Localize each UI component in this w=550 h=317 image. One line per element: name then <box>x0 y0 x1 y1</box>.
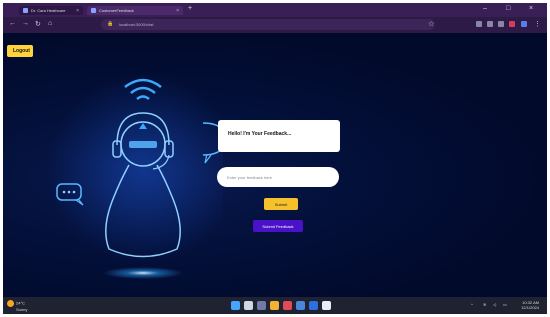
chat-greeting-text: Hello! I'm Your Feedback... <box>228 131 292 137</box>
forward-icon[interactable]: → <box>22 20 29 27</box>
maximize-icon[interactable]: □ <box>506 5 510 12</box>
close-window-icon[interactable]: × <box>529 5 533 12</box>
clock[interactable]: 10:32 AM 12/1/2024 <box>521 300 539 310</box>
tab-bar: Dr. Cara Heathcare × CustomerFeedback × … <box>3 3 547 17</box>
browser-window: Dr. Cara Heathcare × CustomerFeedback × … <box>3 3 547 314</box>
address-bar[interactable]: 🔒 localhost:3000/chat <box>101 19 435 30</box>
close-tab-icon[interactable]: × <box>76 8 79 14</box>
logout-button[interactable]: Logout <box>7 45 33 57</box>
reload-icon[interactable]: ↻ <box>35 20 41 28</box>
feedback-input[interactable] <box>217 167 339 187</box>
menu-icon[interactable]: ⋮ <box>534 20 541 28</box>
extension-icon[interactable] <box>487 21 493 27</box>
minimize-icon[interactable]: – <box>483 5 487 12</box>
wifi-icon[interactable]: ≋ <box>483 302 486 307</box>
home-icon[interactable]: ⌂ <box>48 20 52 27</box>
tab-label: Dr. Cara Heathcare <box>31 8 66 13</box>
store-icon[interactable] <box>309 301 318 310</box>
battery-icon[interactable]: ▭ <box>503 302 507 307</box>
file-explorer-icon[interactable] <box>270 301 279 310</box>
extension-icon[interactable] <box>509 21 515 27</box>
close-tab-icon[interactable]: × <box>176 8 179 14</box>
tab-favicon-icon <box>23 8 28 13</box>
task-view-icon[interactable] <box>257 301 266 310</box>
address-bar-row: ← → ↻ ⌂ 🔒 localhost:3000/chat ☆ ⋮ <box>3 17 547 33</box>
bookmark-icon[interactable]: ☆ <box>428 20 434 28</box>
support-agent-illustration <box>48 74 223 279</box>
submit-button[interactable]: Submit <box>264 198 298 210</box>
profile-avatar[interactable] <box>521 21 527 27</box>
app-icon[interactable] <box>322 301 331 310</box>
sun-icon <box>7 300 14 307</box>
volume-icon[interactable]: ◁ <box>493 302 496 307</box>
tab-label: CustomerFeedback <box>99 8 134 13</box>
browser-icon[interactable] <box>283 301 292 310</box>
new-tab-icon[interactable]: + <box>188 5 192 12</box>
url-text: localhost:3000/chat <box>119 22 154 27</box>
submit-feedback-button[interactable]: Submit Feedback <box>253 220 303 232</box>
page-content: Logout Hello! I'm Your Feedback... Enter… <box>3 33 547 297</box>
clock-date: 12/1/2024 <box>521 305 539 310</box>
extension-icon[interactable] <box>498 21 504 27</box>
tab-healthcare[interactable]: Dr. Cara Heathcare × <box>19 6 83 15</box>
weather-widget[interactable]: 24°C Sunny <box>7 300 27 312</box>
weather-temp: 24°C <box>16 300 25 306</box>
tray-chevron-icon[interactable]: ^ <box>471 302 473 307</box>
mail-icon[interactable] <box>296 301 305 310</box>
back-icon[interactable]: ← <box>9 20 16 27</box>
taskbar: 24°C Sunny ^ ≋ ◁ ▭ 10:32 AM 12/1/2024 <box>3 297 547 314</box>
chat-message-box: Hello! I'm Your Feedback... <box>218 120 340 152</box>
start-icon[interactable] <box>231 301 240 310</box>
extension-icon[interactable] <box>476 21 482 27</box>
tab-favicon-icon <box>91 8 96 13</box>
search-icon[interactable] <box>244 301 253 310</box>
tab-feedback[interactable]: CustomerFeedback × <box>87 6 183 15</box>
weather-desc: Sunny <box>16 307 28 312</box>
lock-icon: 🔒 <box>107 21 114 27</box>
